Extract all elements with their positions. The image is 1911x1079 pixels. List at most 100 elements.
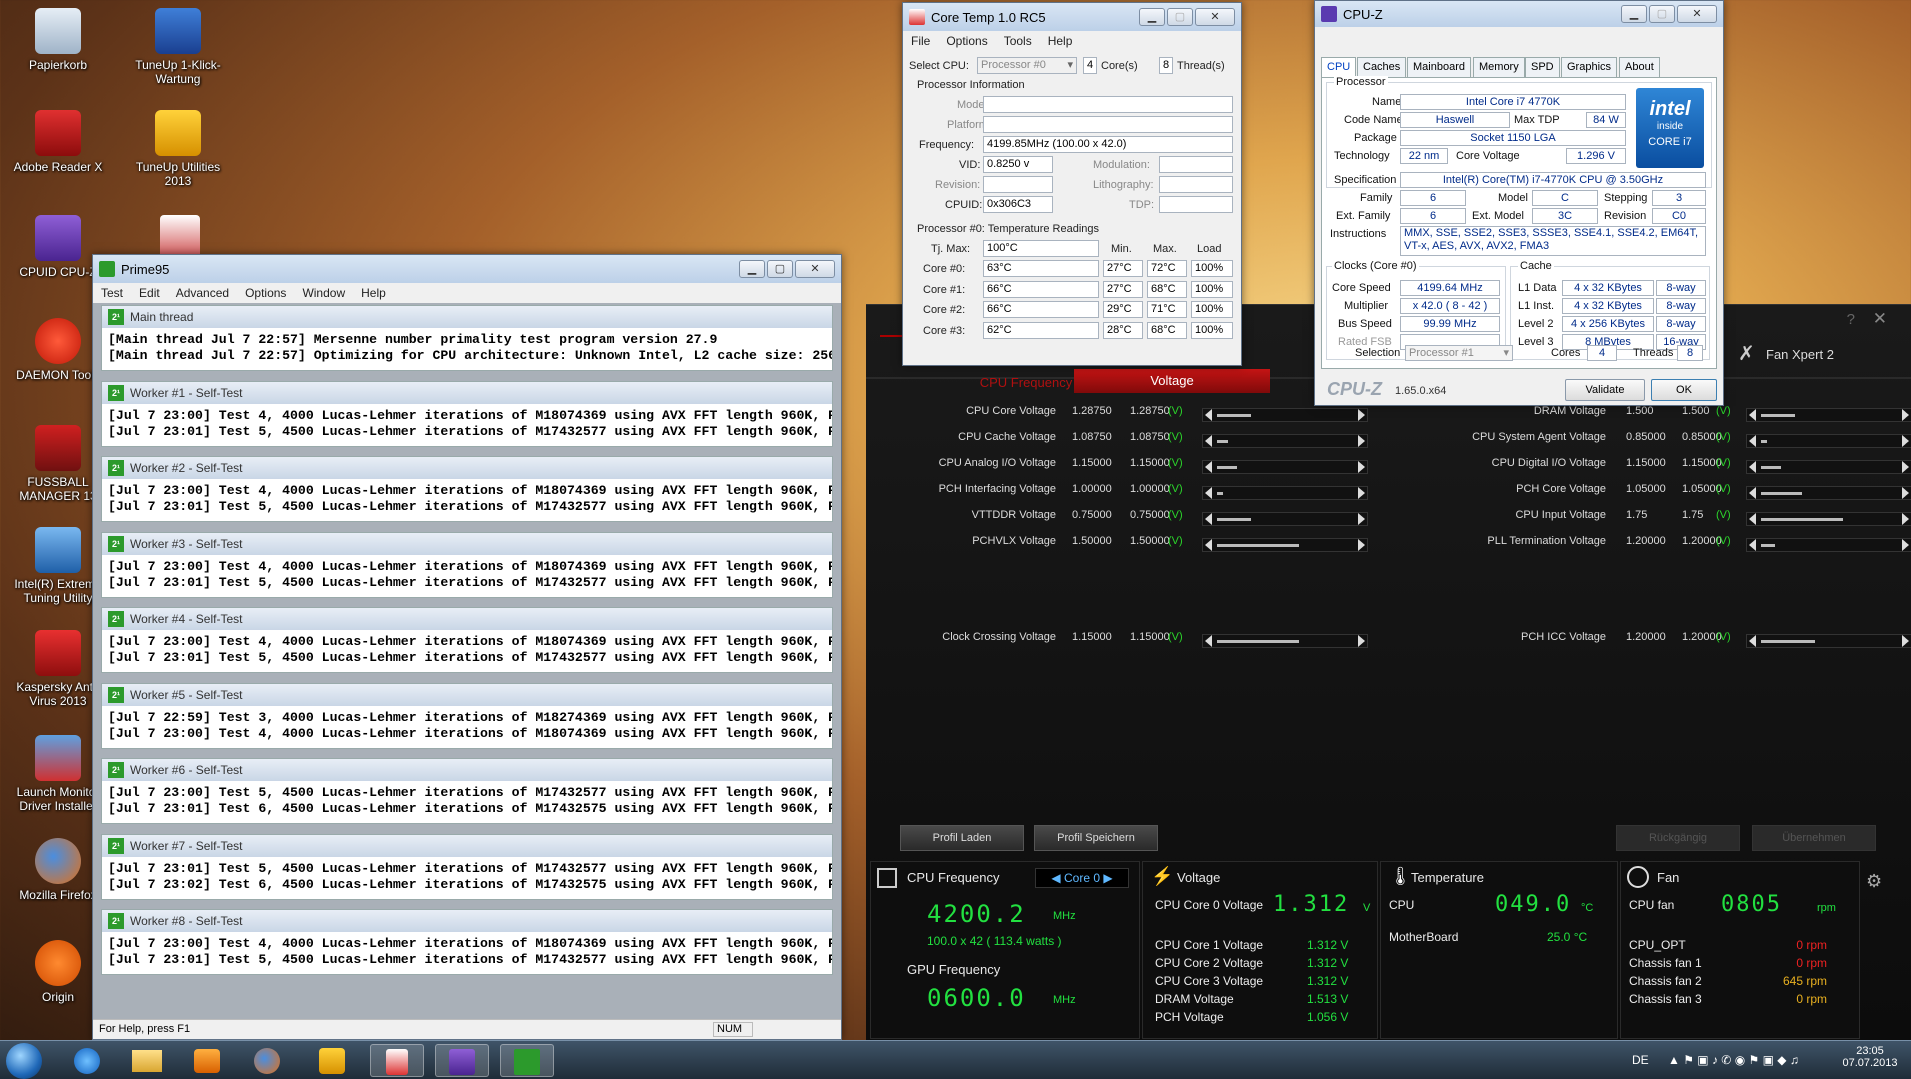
arrow-right-icon[interactable]: [1358, 435, 1365, 447]
arrow-right-icon[interactable]: [1902, 461, 1909, 473]
arrow-right-icon[interactable]: [1358, 635, 1365, 647]
voltage-slider[interactable]: [1202, 408, 1368, 422]
desktop-icon-tuneup-utilities[interactable]: TuneUp Utilities 2013: [132, 110, 224, 188]
minimize-button[interactable]: ▁: [1139, 8, 1165, 26]
close-icon[interactable]: ✕: [1873, 309, 1887, 329]
voltage-slider[interactable]: [1202, 434, 1368, 448]
tab-about[interactable]: About: [1619, 57, 1660, 77]
ok-button[interactable]: OK: [1651, 379, 1717, 401]
arrow-right-icon[interactable]: [1358, 461, 1365, 473]
arrow-right-icon[interactable]: [1902, 513, 1909, 525]
select-cpu-dropdown[interactable]: Processor #0 ▾: [977, 57, 1077, 74]
maximize-button[interactable]: ▢: [1649, 5, 1675, 23]
fan-xpert-label[interactable]: Fan Xpert 2: [1766, 347, 1834, 362]
apply-button[interactable]: Übernehmen: [1752, 825, 1876, 851]
help-icon[interactable]: ?: [1847, 311, 1855, 328]
tab-spd[interactable]: SPD: [1525, 57, 1560, 77]
taskbar-firefox[interactable]: [240, 1044, 294, 1077]
worker-titlebar[interactable]: 2¹ Worker #5 - Self-Test: [102, 683, 832, 706]
desktop-icon-adobe-reader[interactable]: Adobe Reader X: [12, 110, 104, 174]
start-button[interactable]: [6, 1043, 42, 1079]
profile-save-button[interactable]: Profil Speichern: [1034, 825, 1158, 851]
desktop-icon-recycle-bin[interactable]: Papierkorb: [12, 8, 104, 72]
menu-item[interactable]: Help: [353, 286, 394, 300]
arrow-left-icon[interactable]: [1749, 539, 1756, 551]
worker-titlebar[interactable]: 2¹ Main thread: [102, 306, 832, 328]
arrow-left-icon[interactable]: [1205, 409, 1212, 421]
tab-memory[interactable]: Memory: [1473, 57, 1525, 77]
arrow-right-icon[interactable]: [1358, 539, 1365, 551]
arrow-left-icon[interactable]: [1205, 635, 1212, 647]
desktop-icon-launch-monitor[interactable]: Launch Monitor Driver Installer: [12, 735, 104, 813]
tab-mainboard[interactable]: Mainboard: [1407, 57, 1471, 77]
close-button[interactable]: ✕: [795, 260, 835, 278]
desktop-icon-daemon-tools[interactable]: DAEMON Tools: [12, 318, 104, 382]
tab-voltage[interactable]: Voltage: [1074, 369, 1270, 393]
arrow-right-icon[interactable]: [1902, 487, 1909, 499]
arrow-right-icon[interactable]: [1358, 487, 1365, 499]
maximize-button[interactable]: ▢: [1167, 8, 1193, 26]
arrow-left-icon[interactable]: [1205, 487, 1212, 499]
arrow-left-icon[interactable]: [1749, 409, 1756, 421]
worker-window[interactable]: 2¹ Worker #1 - Self-Test [Jul 7 23:00] Tes…: [101, 380, 833, 447]
worker-titlebar[interactable]: 2¹ Worker #3 - Self-Test: [102, 532, 832, 555]
close-button[interactable]: ✕: [1677, 5, 1717, 23]
voltage-slider[interactable]: [1746, 486, 1911, 500]
desktop-icon-intel-xtu[interactable]: Intel(R) Extreme Tuning Utility: [12, 527, 104, 605]
voltage-slider[interactable]: [1746, 512, 1911, 526]
worker-titlebar[interactable]: 2¹ Worker #1 - Self-Test: [102, 381, 832, 404]
taskbar-explorer[interactable]: [120, 1044, 174, 1077]
taskbar-media-player[interactable]: [180, 1044, 234, 1077]
profile-load-button[interactable]: Profil Laden: [900, 825, 1024, 851]
arrow-left-icon[interactable]: [1205, 539, 1212, 551]
taskbar-core-temp[interactable]: [370, 1044, 424, 1077]
cpuz-titlebar[interactable]: CPU-Z ▁ ▢ ✕: [1315, 1, 1723, 27]
menu-item[interactable]: Options: [938, 34, 995, 48]
tab-cpu[interactable]: CPU: [1321, 57, 1357, 78]
arrow-left-icon[interactable]: [1205, 461, 1212, 473]
clock[interactable]: 23:05 07.07.2013: [1840, 1045, 1900, 1069]
tab-caches[interactable]: Caches: [1357, 57, 1407, 77]
arrow-left-icon[interactable]: [1205, 513, 1212, 525]
voltage-slider[interactable]: [1202, 512, 1368, 526]
menu-item[interactable]: Options: [237, 286, 294, 300]
arrow-left-icon[interactable]: [1749, 635, 1756, 647]
arrow-right-icon[interactable]: [1358, 409, 1365, 421]
worker-titlebar[interactable]: 2¹ Worker #7 - Self-Test: [102, 834, 832, 857]
close-button[interactable]: ✕: [1195, 8, 1235, 26]
desktop-icon-kaspersky[interactable]: Kaspersky Anti-Virus 2013: [12, 630, 104, 708]
arrow-left-icon[interactable]: [1749, 513, 1756, 525]
taskbar-prime95[interactable]: [500, 1044, 554, 1077]
arrow-left-icon[interactable]: [1205, 435, 1212, 447]
worker-titlebar[interactable]: 2¹ Worker #4 - Self-Test: [102, 608, 832, 630]
desktop-icon-tuneup-1click[interactable]: TuneUp 1-Klick-Wartung: [132, 8, 224, 86]
menu-item[interactable]: File: [903, 34, 938, 48]
worker-titlebar[interactable]: 2¹ Worker #2 - Self-Test: [102, 457, 832, 479]
worker-window[interactable]: 2¹ Worker #7 - Self-Test [Jul 7 23:01] Tes…: [101, 833, 833, 900]
taskbar-tuneup[interactable]: [305, 1044, 359, 1077]
minimize-button[interactable]: ▁: [1621, 5, 1647, 23]
worker-window[interactable]: 2¹ Worker #3 - Self-Test [Jul 7 23:00] Tes…: [101, 531, 833, 598]
voltage-slider[interactable]: [1202, 538, 1368, 552]
voltage-slider[interactable]: [1746, 634, 1911, 648]
taskbar-cpuz[interactable]: [435, 1044, 489, 1077]
maximize-button[interactable]: ▢: [767, 260, 793, 278]
menu-item[interactable]: Test: [93, 286, 131, 300]
prime95-titlebar[interactable]: Prime95 ▁ ▢ ✕: [93, 255, 841, 283]
validate-button[interactable]: Validate: [1565, 379, 1645, 401]
desktop-icon-origin[interactable]: Origin: [12, 940, 104, 1004]
arrow-left-icon[interactable]: [1749, 435, 1756, 447]
voltage-slider[interactable]: [1202, 634, 1368, 648]
worker-window[interactable]: 2¹ Worker #8 - Self-Test [Jul 7 23:00] Tes…: [101, 909, 833, 975]
undo-button[interactable]: Rückgängig: [1616, 825, 1740, 851]
tab-graphics[interactable]: Graphics: [1561, 57, 1618, 77]
menu-item[interactable]: Edit: [131, 286, 168, 300]
worker-window[interactable]: 2¹ Worker #6 - Self-Test [Jul 7 23:00] Tes…: [101, 758, 833, 824]
tray-icons[interactable]: ▲ ⚑ ▣ ♪ ✆ ◉ ⚑ ▣ ◆ ♫: [1668, 1053, 1799, 1067]
worker-window[interactable]: 2¹ Worker #2 - Self-Test [Jul 7 23:00] Tes…: [101, 456, 833, 522]
arrow-right-icon[interactable]: [1358, 513, 1365, 525]
menu-item[interactable]: Help: [1040, 34, 1081, 48]
worker-window[interactable]: 2¹ Worker #4 - Self-Test [Jul 7 23:00] Tes…: [101, 607, 833, 673]
arrow-left-icon[interactable]: [1749, 487, 1756, 499]
worker-titlebar[interactable]: 2¹ Worker #8 - Self-Test: [102, 910, 832, 932]
